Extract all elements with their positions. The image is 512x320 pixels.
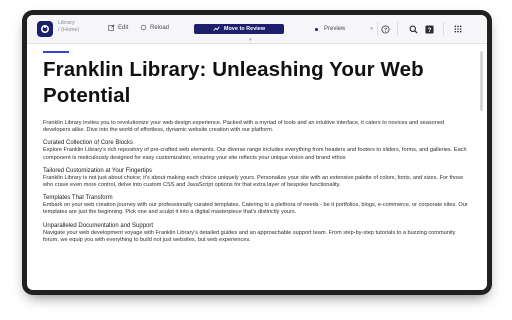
browser-window: Library / (Home) Edit Reload Move to Rev… — [27, 15, 487, 290]
reload-icon — [140, 24, 147, 31]
chevron-down-icon: ▾ — [249, 37, 252, 43]
reload-label: Reload — [150, 24, 170, 31]
section-body: Franklin Library is not just about choic… — [43, 174, 464, 189]
article: Franklin Library: Unleashing Your Web Po… — [43, 57, 471, 244]
active-tab-indicator — [43, 51, 69, 53]
help-button[interactable]: ? — [423, 23, 435, 35]
apps-button[interactable] — [452, 23, 464, 35]
help-icon: ? — [424, 24, 434, 33]
search-button[interactable] — [407, 23, 419, 35]
section-templates: Templates That Transform Embark on your … — [43, 194, 471, 216]
edit-icon — [108, 24, 115, 31]
move-icon — [213, 26, 220, 31]
section-documentation: Unparalleled Documentation and Support N… — [43, 222, 471, 244]
site-path: / (Home) — [58, 27, 80, 33]
toolbar-divider — [443, 22, 444, 36]
section-heading: Tailored Customization at Your Fingertip… — [43, 167, 153, 174]
dot-icon — [315, 27, 318, 31]
help-circle-button[interactable] — [379, 23, 391, 35]
section-heading: Curated Collection of Core Blocks — [43, 140, 134, 147]
toolbar: Library / (Home) Edit Reload Move to Rev… — [27, 15, 487, 44]
reload-button[interactable]: Reload — [140, 24, 169, 31]
move-to-review-label: Move to Review — [223, 26, 266, 32]
intro-paragraph: Franklin Library invites you to revoluti… — [43, 120, 445, 134]
edit-label: Edit — [118, 24, 129, 31]
toolbar-divider — [377, 22, 378, 36]
section-body: Explore Franklin Library's rich reposito… — [43, 147, 467, 161]
preview-select[interactable]: Preview ▾ — [309, 23, 373, 35]
section-body: Navigate your web development voyage wit… — [43, 229, 456, 243]
preview-label: Preview — [324, 26, 346, 32]
toolbar-divider — [397, 22, 398, 36]
search-icon — [409, 25, 418, 34]
scrollbar[interactable] — [480, 51, 483, 111]
grid-icon — [454, 25, 462, 33]
svg-text:?: ? — [427, 26, 431, 33]
section-body: Embark on your web creation journey with… — [43, 202, 468, 216]
section-heading: Templates That Transform — [43, 195, 113, 202]
page-title: Franklin Library: Unleashing Your Web Po… — [43, 58, 424, 107]
section-customization: Tailored Customization at Your Fingertip… — [43, 167, 471, 189]
help-circle-icon — [380, 24, 390, 34]
site-info: Library / (Home) — [58, 20, 79, 34]
section-core-blocks: Curated Collection of Core Blocks Explor… — [43, 139, 471, 161]
edit-button[interactable]: Edit — [108, 24, 128, 31]
logo-icon[interactable] — [37, 21, 53, 37]
site-name: Library — [58, 20, 75, 26]
chevron-down-icon: ▾ — [370, 26, 373, 32]
section-heading: Unparalleled Documentation and Support — [43, 222, 154, 229]
move-to-review-button[interactable]: Move to Review — [194, 24, 284, 34]
